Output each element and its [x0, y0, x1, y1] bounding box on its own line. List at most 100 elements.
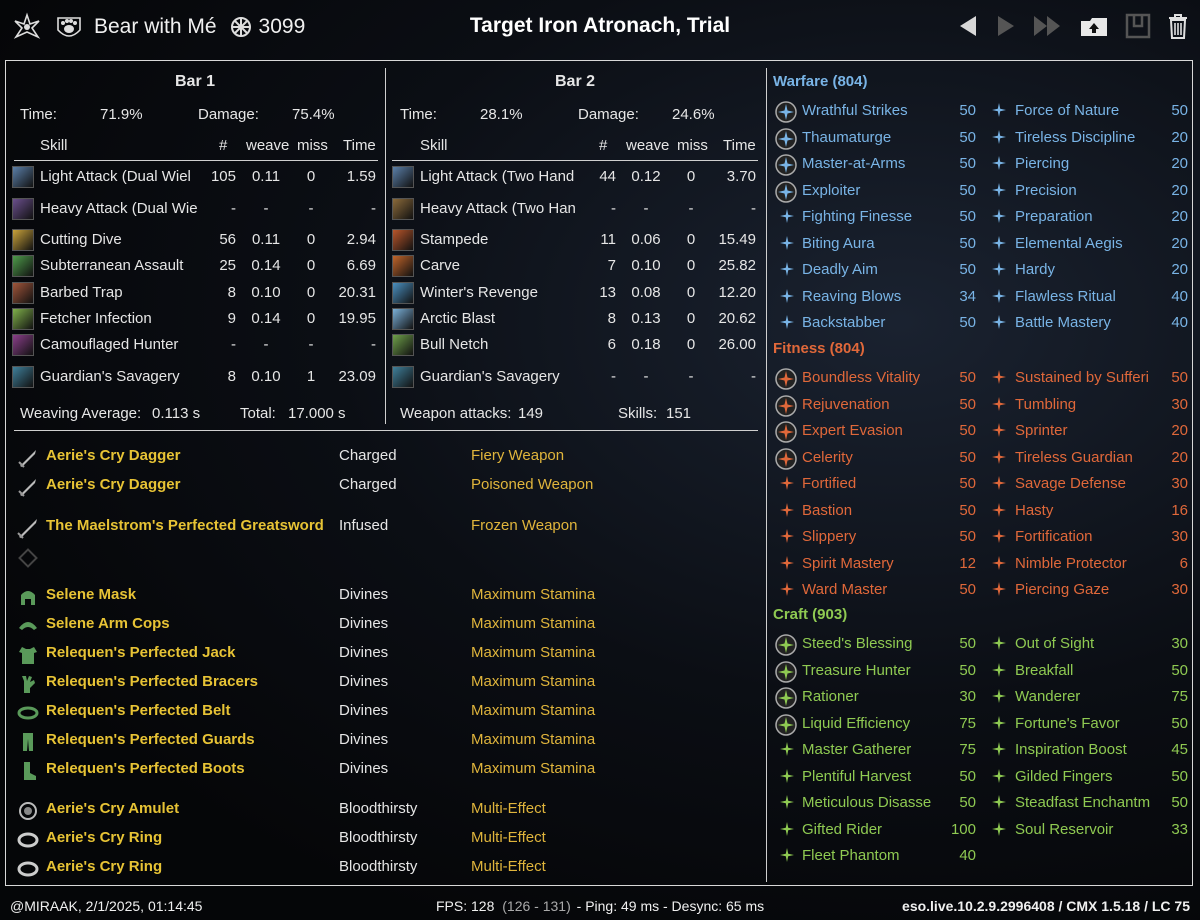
- skill-weave: 0.11: [251, 168, 281, 185]
- gear-enchant: Frozen Weapon: [471, 517, 578, 534]
- cp-star-icon: [775, 127, 797, 150]
- skill-icon: [12, 334, 34, 356]
- skill-time: -: [751, 368, 756, 385]
- time-label: Time:: [20, 106, 57, 123]
- cp-skill-name: Inspiration Boost: [1015, 741, 1127, 758]
- cp-skill-points: 50: [959, 422, 976, 439]
- cp-skill-points: 20: [1171, 155, 1188, 172]
- cp-skill-points: 50: [959, 102, 976, 119]
- gear-name: Relequen's Perfected Bracers: [46, 673, 258, 690]
- skill-weave: 0.08: [631, 284, 661, 301]
- skill-weave: 0.14: [251, 257, 281, 274]
- skill-icon: [392, 255, 414, 277]
- skill-count: -: [611, 368, 616, 385]
- cp-skill-points: 50: [959, 155, 976, 172]
- save-icon[interactable]: [1124, 12, 1152, 40]
- skill-count: 13: [599, 284, 616, 301]
- time-value: 28.1%: [480, 106, 523, 123]
- header-skill: Skill: [420, 137, 448, 154]
- skill-miss: 0: [306, 310, 316, 327]
- cp-star-icon: [778, 287, 796, 305]
- ping-desync: - Ping: 49 ms - Desync: 65 ms: [576, 898, 765, 914]
- skill-miss: 0: [686, 231, 696, 248]
- cp-skill-points: 30: [959, 688, 976, 705]
- skill-name: Winter's Revenge: [420, 284, 538, 301]
- skill-time: 6.69: [346, 257, 376, 274]
- cp-divider: [766, 68, 767, 882]
- cp-skill-points: 50: [1171, 767, 1188, 785]
- gear-trait: Charged: [339, 447, 397, 464]
- gloves-icon: [16, 672, 40, 696]
- header-time: Time: [343, 137, 376, 154]
- header-skill: Skill: [40, 137, 68, 154]
- skill-count: 7: [607, 257, 616, 274]
- gear-name: Aerie's Cry Ring: [46, 829, 163, 846]
- cp-skill-name: Biting Aura: [802, 234, 875, 252]
- cp-skill-points: 50: [959, 314, 976, 331]
- cp-star-icon: [990, 421, 1008, 439]
- skill-count: 25: [219, 257, 236, 274]
- cp-skill-points: 50: [959, 475, 976, 492]
- cp-category-title: Craft (903): [773, 606, 848, 623]
- cp-skill-name: Piercing Gaze: [1015, 581, 1110, 598]
- prev-arrow-icon[interactable]: [956, 13, 980, 39]
- skill-miss: 0: [686, 257, 696, 274]
- cp-star-icon: [778, 260, 796, 278]
- header-weave: weave: [246, 137, 290, 154]
- skill-time: 1.59: [346, 168, 376, 185]
- bar-footer-left-label: Weapon attacks:: [400, 405, 512, 422]
- skill-count: 9: [227, 310, 236, 327]
- skill-weave: -: [643, 368, 649, 385]
- skill-name: Subterranean Assault: [40, 257, 184, 274]
- skill-icon: [12, 308, 34, 330]
- next-arrow-icon[interactable]: [994, 13, 1018, 39]
- cp-skill-name: Celerity: [802, 448, 853, 466]
- trash-icon[interactable]: [1166, 12, 1190, 40]
- skill-miss: -: [308, 200, 314, 217]
- header-weave: weave: [626, 137, 670, 154]
- cp-star-icon: [990, 580, 1008, 598]
- skill-count: 8: [227, 284, 236, 301]
- cp-skill-points: 20: [1171, 128, 1188, 146]
- cp-skill-points: 30: [1171, 635, 1188, 652]
- skill-time: 12.20: [718, 284, 756, 301]
- cp-skill-points: 50: [959, 208, 976, 225]
- cp-skill-name: Gifted Rider: [802, 820, 883, 838]
- shoulder-icon: [16, 614, 40, 638]
- bar-title: Bar 2: [554, 73, 596, 90]
- cp-skill-name: Battle Mastery: [1015, 314, 1111, 331]
- bars-footer-line: [14, 430, 758, 431]
- skill-icon: [392, 229, 414, 251]
- empty-slot-icon: [16, 546, 40, 570]
- gear-trait: Charged: [339, 476, 397, 493]
- skill-time: 26.00: [718, 336, 756, 353]
- cp-star-icon: [990, 661, 1008, 679]
- cp-skill-name: Wanderer: [1015, 688, 1081, 705]
- gear-trait: Divines: [339, 615, 389, 632]
- skip-forward-icon[interactable]: [1032, 13, 1064, 39]
- cp-star-icon: [775, 660, 797, 683]
- skill-weave: -: [643, 200, 649, 217]
- cp-skill-name: Ward Master: [802, 581, 888, 598]
- cp-skill-points: 12: [959, 554, 976, 572]
- cp-star-icon: [990, 207, 1008, 225]
- skill-weave: 0.10: [631, 257, 661, 274]
- cp-skill-name: Out of Sight: [1015, 635, 1095, 652]
- upload-icon[interactable]: [1078, 13, 1110, 39]
- skill-count: 8: [227, 368, 236, 385]
- cp-star-icon: [990, 448, 1008, 466]
- amulet-icon: [16, 799, 40, 823]
- cp-skill-name: Master-at-Arms: [802, 155, 906, 172]
- gear-name: Relequen's Perfected Guards: [46, 731, 255, 748]
- skill-miss: -: [308, 336, 314, 353]
- legs-icon: [16, 730, 40, 754]
- cp-skill-name: Fortified: [802, 475, 857, 492]
- cp-star-icon: [990, 501, 1008, 519]
- gear-enchant: Poisoned Weapon: [471, 476, 594, 493]
- skill-name: Bull Netch: [420, 336, 489, 353]
- cp-skill-name: Elemental Aegis: [1015, 234, 1123, 252]
- cp-skill-name: Piercing: [1015, 155, 1070, 172]
- skill-icon: [392, 282, 414, 304]
- cp-star-icon: [990, 313, 1008, 331]
- gear-trait: Divines: [339, 673, 389, 690]
